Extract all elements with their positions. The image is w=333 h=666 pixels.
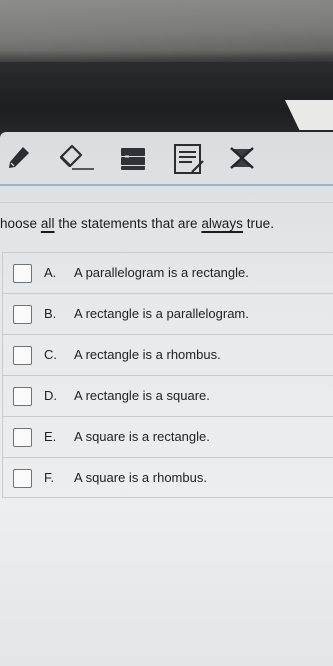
answer-option-a[interactable]: A. A parallelogram is a rectangle. [3,252,333,293]
question-emphasis-all: all [40,216,55,231]
question-text-start: hoose [0,216,41,231]
background-fabric [0,0,333,70]
checkbox[interactable] [13,264,32,283]
checkbox[interactable] [13,387,32,406]
option-text: A square is a rectangle. [74,429,210,444]
question-text-middle: the statements that are [54,216,202,231]
option-letter: B. [44,306,57,321]
header-divider [0,202,333,203]
highlighter-icon[interactable] [118,142,150,174]
checkbox[interactable] [13,346,32,365]
toolbar-divider [0,184,333,186]
pencil-icon[interactable] [3,142,35,174]
option-letter: F. [44,470,55,485]
quiz-screen: hoose all the statements that are always… [0,132,333,666]
option-letter: D. [44,388,57,403]
answer-list: A. A parallelogram is a rectangle. B. A … [2,252,333,498]
question-text-end: true. [242,216,275,231]
answer-option-c[interactable]: C. A rectangle is a rhombus. [3,334,333,375]
answer-option-e[interactable]: E. A square is a rectangle. [3,416,333,457]
checkbox[interactable] [13,469,32,488]
toolbar [0,132,333,184]
option-text: A rectangle is a square. [74,388,210,403]
option-letter: A. [44,265,57,280]
answer-option-b[interactable]: B. A rectangle is a parallelogram. [3,293,333,334]
monitor-bezel [0,62,333,142]
answer-option-f[interactable]: F. A square is a rhombus. [3,457,333,498]
cross-out-icon[interactable] [226,142,258,174]
checkbox[interactable] [13,428,32,447]
option-text: A rectangle is a parallelogram. [74,306,249,321]
checkbox[interactable] [13,305,32,324]
question-prompt: hoose all the statements that are always… [0,216,333,231]
question-emphasis-always: always [201,216,243,231]
option-letter: E. [44,429,57,444]
eraser-icon[interactable] [56,142,94,174]
option-letter: C. [44,347,57,362]
photo-stage: hoose all the statements that are always… [0,0,333,666]
option-text: A parallelogram is a rectangle. [74,265,249,280]
answer-option-d[interactable]: D. A rectangle is a square. [3,375,333,416]
notes-icon[interactable] [172,142,204,174]
option-text: A square is a rhombus. [74,470,207,485]
option-text: A rectangle is a rhombus. [74,347,221,362]
